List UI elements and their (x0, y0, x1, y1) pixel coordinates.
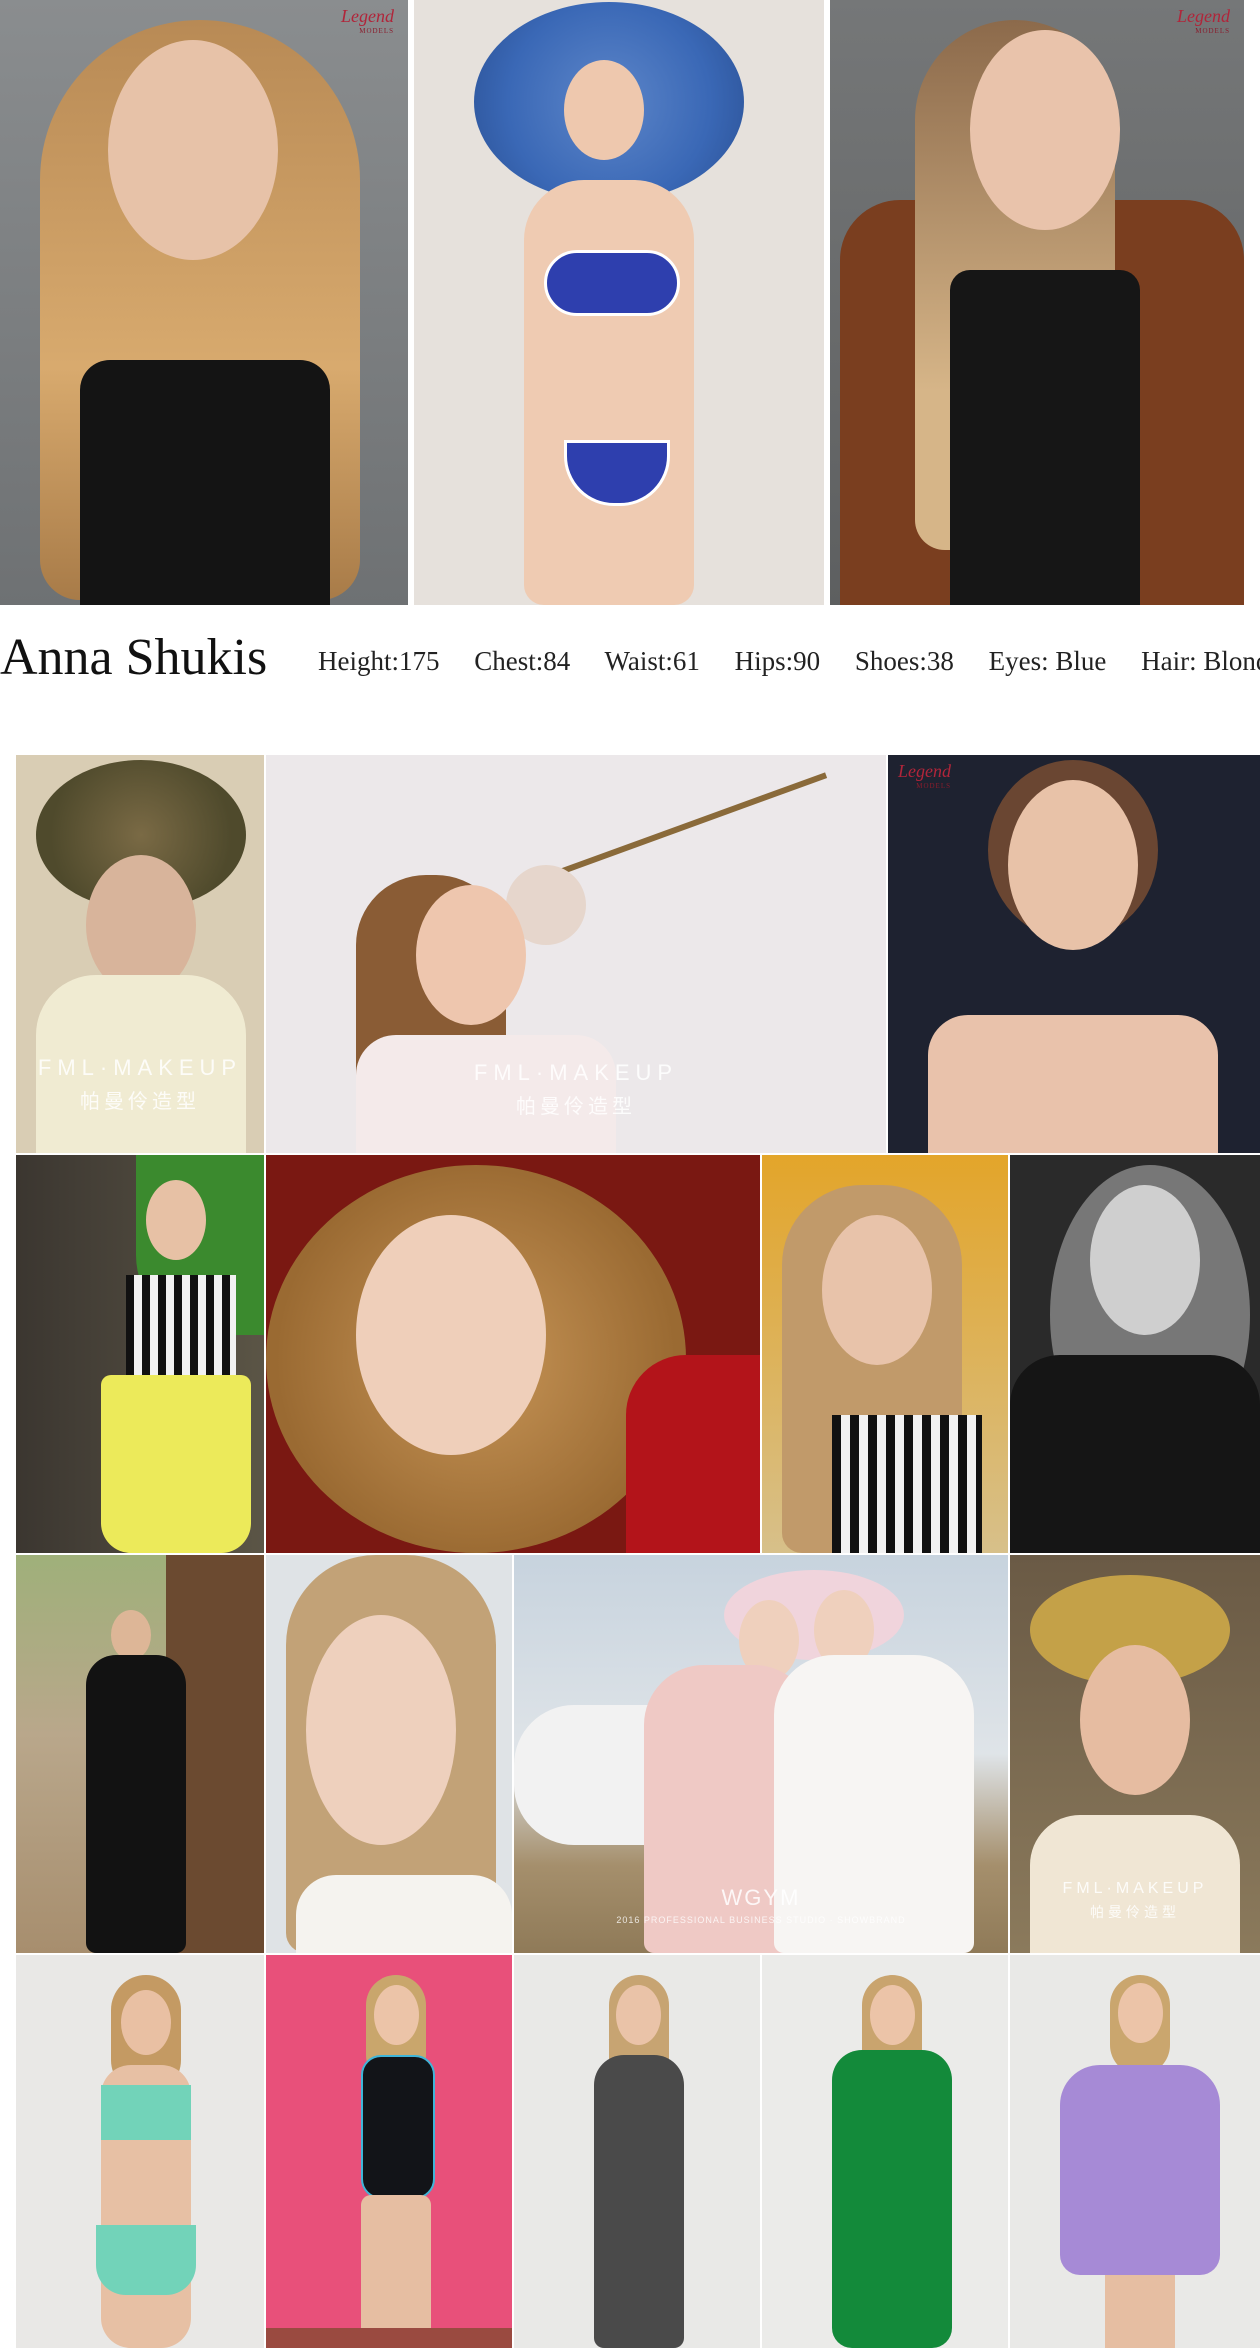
stat-label: Height: (318, 646, 399, 676)
stat-hair: Hair: Blonde (1141, 646, 1260, 676)
bikini-top-shape (544, 250, 680, 316)
face-shape (1008, 780, 1138, 950)
fml-watermark: FML·MAKEUP 帕曼伶造型 (473, 1060, 679, 1118)
face-shape (306, 1615, 456, 1845)
peach-top-shape (928, 1015, 1218, 1153)
legs-shape (1105, 2275, 1175, 2348)
photo-smoky-eye-closeup (266, 1555, 512, 1953)
black-swimsuit-shape (361, 2055, 435, 2199)
photo-orange-eyeshadow (762, 1155, 1008, 1553)
stat-label: Hips: (734, 646, 794, 676)
face-shape (970, 30, 1120, 230)
stat-hips: Hips:90 (735, 646, 835, 676)
floor-shape (266, 2328, 512, 2348)
photo-flower-profile: FML·MAKEUP 帕曼伶造型 (266, 755, 886, 1153)
fml-watermark: FML·MAKEUP 帕曼伶造型 (37, 1055, 243, 1113)
legend-logo: Legend MODELS (898, 761, 951, 790)
mint-bottom-shape (96, 2225, 196, 2295)
stat-chest: Chest:84 (474, 646, 584, 676)
face-shape (108, 40, 278, 260)
black-top-shape (950, 270, 1140, 605)
face-shape (1080, 1645, 1190, 1795)
striped-top-shape (832, 1415, 982, 1553)
legend-logo: Legend MODELS (1177, 6, 1230, 35)
stat-value: 61 (672, 646, 700, 676)
stat-value: Blue (1048, 646, 1107, 676)
face-shape (416, 885, 526, 1025)
stat-value: 84 (543, 646, 571, 676)
photo-striped-top-ivy (16, 1155, 264, 1553)
fml-watermark: FML·MAKEUP 帕曼伶造型 (1062, 1880, 1208, 1920)
face-shape (374, 1985, 419, 2045)
legs-shape (361, 2195, 431, 2348)
photo-wgym-bridal: WGYM 2016 PROFESSIONAL BUSINESS STUDIO ·… (514, 1555, 1008, 1953)
white-top-shape (296, 1875, 512, 1953)
mint-top-shape (101, 2085, 191, 2140)
photo-blue-hat-bikini (414, 0, 824, 605)
face-shape (616, 1985, 661, 2045)
legend-logo: Legend MODELS (341, 6, 394, 35)
stat-value: Blonde (1203, 646, 1260, 676)
stat-value: 175 (399, 646, 440, 676)
photo-green-dress (762, 1955, 1008, 2348)
stat-label: Waist: (604, 646, 673, 676)
face-shape (822, 1215, 932, 1365)
photo-butterfly-makeup: FML·MAKEUP 帕曼伶造型 (16, 755, 264, 1153)
black-gown-shape (86, 1655, 186, 1953)
photo-lilac-dress (1010, 1955, 1260, 2348)
stat-value: 90 (793, 646, 821, 676)
photo-grey-dress (514, 1955, 760, 2348)
photo-mint-bikini (16, 1955, 264, 2348)
face-shape (86, 855, 196, 995)
model-name: Anna Shukis (0, 629, 268, 686)
photo-red-lips-curls (266, 1155, 760, 1553)
photo-leather-jacket-bw (1010, 1155, 1260, 1553)
body-shape (524, 180, 694, 605)
photo-peach-top-portrait: Legend MODELS (888, 755, 1260, 1153)
stat-waist: Waist:61 (605, 646, 714, 676)
face-shape (564, 60, 644, 160)
photo-portrait-brown-coat: Legend MODELS (830, 0, 1244, 605)
stat-label: Hair: (1141, 646, 1197, 676)
yellow-skirt-shape (101, 1375, 251, 1553)
photo-black-swimsuit-pink (266, 1955, 512, 2348)
face-shape (121, 1990, 171, 2055)
face-shape (111, 1610, 151, 1660)
photo-black-gown-outdoor (16, 1555, 264, 1953)
stat-label: Eyes: (988, 646, 1049, 676)
face-shape (356, 1215, 546, 1455)
striped-top-shape (126, 1275, 236, 1375)
stat-label: Shoes: (854, 646, 927, 676)
face-shape (1090, 1185, 1200, 1335)
leather-jacket-shape (1010, 1355, 1260, 1553)
wgym-watermark: WGYM (721, 1885, 801, 1910)
stat-label: Chest: (474, 646, 544, 676)
face-shape (146, 1180, 206, 1260)
face-shape (870, 1985, 915, 2045)
model-stats: Height:175 Chest:84 Waist:61 Hips:90 Sho… (318, 646, 1260, 677)
stat-value: 38 (926, 646, 954, 676)
grey-dress-shape (594, 2055, 684, 2348)
black-top-shape (80, 360, 330, 605)
red-top-shape (626, 1355, 760, 1553)
lilac-dress-shape (1060, 2065, 1220, 2275)
face-shape (1118, 1983, 1163, 2043)
photo-portrait-black-top: Legend MODELS (0, 0, 408, 605)
stat-height: Height:175 (318, 646, 454, 676)
stat-shoes: Shoes:38 (855, 646, 968, 676)
stat-eyes: Eyes: Blue (989, 646, 1121, 676)
photo-straw-hat: FML·MAKEUP 帕曼伶造型 (1010, 1555, 1260, 1953)
wgym-caption: 2016 PROFESSIONAL BUSINESS STUDIO · SHOW… (616, 1915, 906, 1925)
green-dress-shape (832, 2050, 952, 2348)
